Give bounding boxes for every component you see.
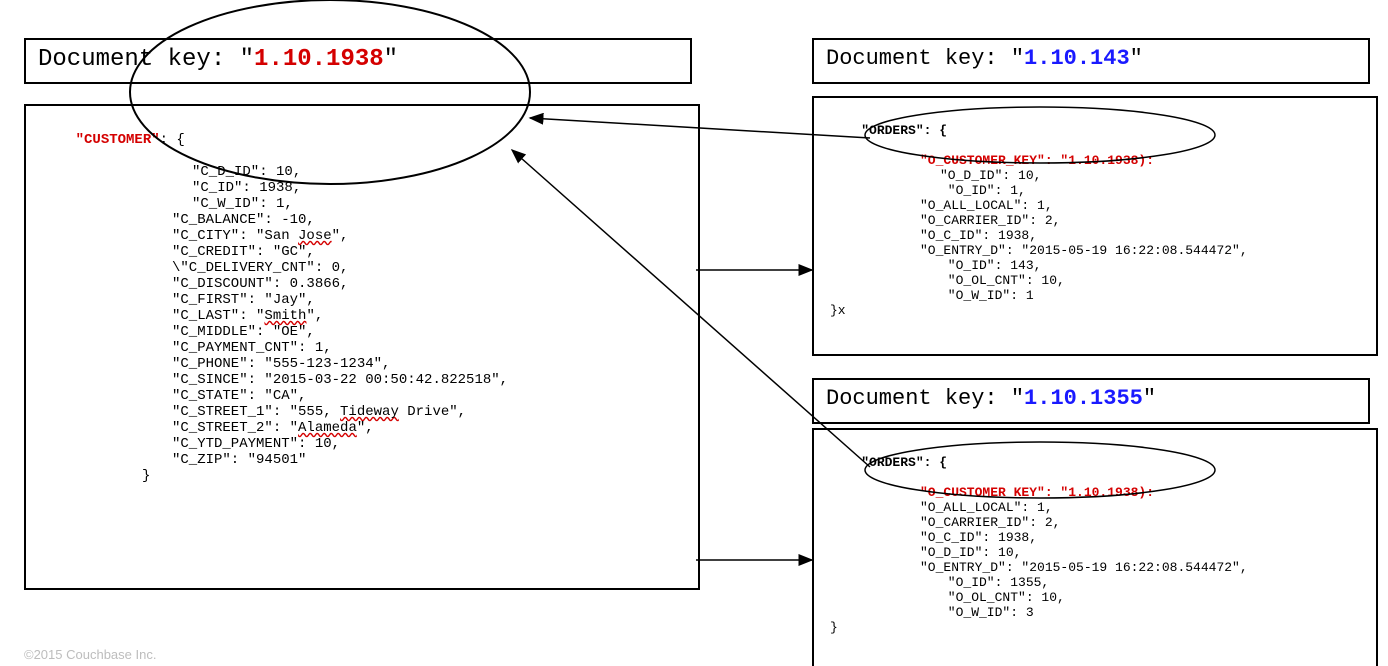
- field-line: "O_C_ID": 1938,: [830, 530, 1360, 545]
- orders1-close-brace: }x: [830, 303, 1360, 318]
- field-line: "O_ID": 1,: [830, 183, 1360, 198]
- orders2-header-line: "ORDERS": {: [830, 440, 1360, 485]
- field-line: "C_STREET_1": "555, Tideway Drive",: [42, 404, 682, 420]
- customer-dockey-value: 1.10.1938: [254, 46, 384, 73]
- field-line: "C_DISCOUNT": 0.3866,: [42, 276, 682, 292]
- field-line: "C_STATE": "CA",: [42, 388, 682, 404]
- field-line: \"C_DELIVERY_CNT": 0,: [42, 260, 682, 276]
- field-line: "C_SINCE": "2015-03-22 00:50:42.822518",: [42, 372, 682, 388]
- field-line: "C_YTD_PAYMENT": 10,: [42, 436, 682, 452]
- field-line: "C_MIDDLE": "OE",: [42, 324, 682, 340]
- field-line: "C_PAYMENT_CNT": 1,: [42, 340, 682, 356]
- dockey-quote-close: ": [1143, 386, 1156, 411]
- dockey-quote-open: ": [240, 46, 254, 73]
- orders1-dockey-box: Document key: "1.10.143": [812, 38, 1370, 84]
- field-line: "C_CITY": "San Jose",: [42, 228, 682, 244]
- customer-doc-box: "CUSTOMER": { "C_D_ID": 10,"C_ID": 1938,…: [24, 104, 700, 590]
- dockey-label: Document key:: [38, 46, 240, 73]
- orders2-close-brace: }: [830, 620, 1360, 635]
- customer-close-brace: }: [42, 468, 682, 484]
- dockey-quote-close: ": [1130, 46, 1143, 71]
- customer-fields: "C_D_ID": 10,"C_ID": 1938,"C_W_ID": 1,"C…: [42, 164, 682, 468]
- field-line: "C_W_ID": 1,: [42, 196, 682, 212]
- customer-dockey-box: Document key: "1.10.1938": [24, 38, 692, 84]
- field-line: "C_LAST": "Smith",: [42, 308, 682, 324]
- orders2-fk-line: "O_CUSTOMER_KEY": "1.10.1938):: [830, 485, 1360, 500]
- field-line: "O_ID": 143,: [830, 258, 1360, 273]
- orders1-fk-line: "O_CUSTOMER_KEY": "1.10.1938):: [830, 153, 1360, 168]
- field-line: "O_C_ID": 1938,: [830, 228, 1360, 243]
- orders2-dockey-box: Document key: "1.10.1355": [812, 378, 1370, 424]
- field-line: "O_W_ID": 3: [830, 605, 1360, 620]
- field-line: "O_ENTRY_D": "2015-05-19 16:22:08.544472…: [830, 243, 1360, 258]
- field-line: "C_CREDIT": "GC",: [42, 244, 682, 260]
- field-line: "O_OL_CNT": 10,: [830, 590, 1360, 605]
- field-line: "C_ID": 1938,: [42, 180, 682, 196]
- field-line: "C_STREET_2": "Alameda",: [42, 420, 682, 436]
- orders2-header: "ORDERS": {: [861, 455, 947, 470]
- field-line: "O_D_ID": 10,: [830, 545, 1360, 560]
- field-line: "O_W_ID": 1: [830, 288, 1360, 303]
- customer-header-label: "CUSTOMER": [76, 132, 160, 148]
- field-line: "O_CARRIER_ID": 2,: [830, 515, 1360, 530]
- dockey-quote-close: ": [384, 46, 398, 73]
- field-line: "O_ID": 1355,: [830, 575, 1360, 590]
- orders1-header-line: "ORDERS": {: [830, 108, 1360, 153]
- field-line: "C_ZIP": "94501": [42, 452, 682, 468]
- orders1-doc-box: "ORDERS": { "O_CUSTOMER_KEY": "1.10.1938…: [812, 96, 1378, 356]
- orders2-dockey-value: 1.10.1355: [1024, 386, 1143, 411]
- orders2-fields: "O_ALL_LOCAL": 1,"O_CARRIER_ID": 2,"O_C_…: [830, 500, 1360, 620]
- customer-header-line: "CUSTOMER": {: [42, 116, 682, 164]
- field-line: "C_PHONE": "555-123-1234",: [42, 356, 682, 372]
- customer-header-opener: : {: [160, 132, 185, 148]
- orders1-dockey-value: 1.10.143: [1024, 46, 1130, 71]
- field-line: "C_D_ID": 10,: [42, 164, 682, 180]
- dockey-quote-open: ": [1011, 386, 1024, 411]
- footer-copyright: ©2015 Couchbase Inc.: [24, 647, 156, 662]
- field-line: "O_OL_CNT": 10,: [830, 273, 1360, 288]
- field-line: "O_CARRIER_ID": 2,: [830, 213, 1360, 228]
- dockey-label: Document key:: [826, 386, 1011, 411]
- orders1-fields: "O_D_ID": 10, "O_ID": 1,"O_ALL_LOCAL": 1…: [830, 168, 1360, 303]
- dockey-label: Document key:: [826, 46, 1011, 71]
- dockey-quote-open: ": [1011, 46, 1024, 71]
- field-line: "O_ENTRY_D": "2015-05-19 16:22:08.544472…: [830, 560, 1360, 575]
- orders2-doc-box: "ORDERS": { "O_CUSTOMER_KEY": "1.10.1938…: [812, 428, 1378, 666]
- field-line: "C_FIRST": "Jay",: [42, 292, 682, 308]
- field-line: "O_ALL_LOCAL": 1,: [830, 500, 1360, 515]
- field-line: "C_BALANCE": -10,: [42, 212, 682, 228]
- field-line: "O_ALL_LOCAL": 1,: [830, 198, 1360, 213]
- orders1-header: "ORDERS": {: [861, 123, 947, 138]
- field-line: "O_D_ID": 10,: [830, 168, 1360, 183]
